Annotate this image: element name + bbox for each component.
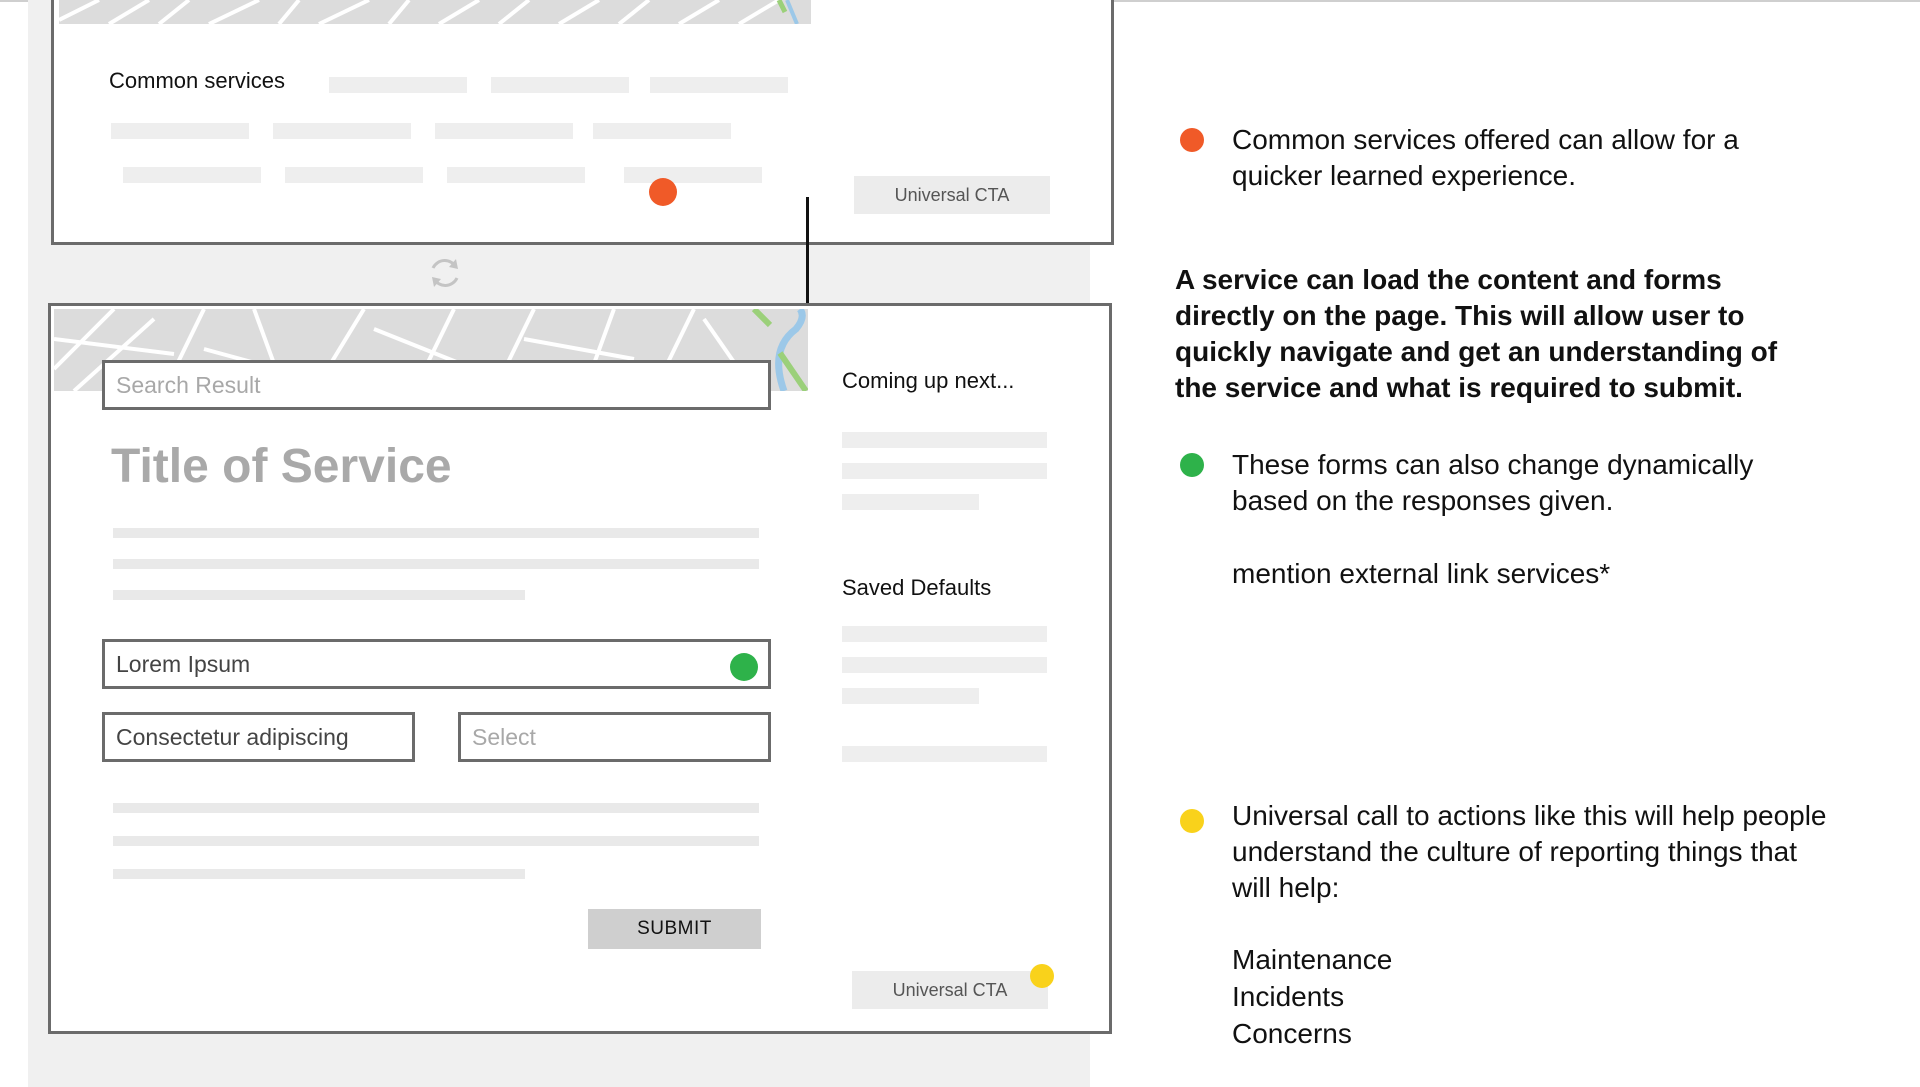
wireframe-common-services: Common services Universal CTA bbox=[51, 0, 1114, 245]
service-placeholder[interactable] bbox=[435, 123, 573, 139]
default-item-placeholder[interactable] bbox=[842, 688, 979, 704]
universal-cta-button[interactable]: Universal CTA bbox=[854, 176, 1050, 214]
default-item-placeholder[interactable] bbox=[842, 626, 1047, 642]
service-description-line: quickly navigate and get an understandin… bbox=[1175, 336, 1778, 367]
select-dropdown[interactable]: Select bbox=[458, 712, 771, 762]
default-item-placeholder[interactable] bbox=[842, 657, 1047, 673]
select-placeholder: Select bbox=[472, 724, 536, 750]
yellow-annotation-line: understand the culture of reporting thin… bbox=[1232, 836, 1798, 867]
text-placeholder-line bbox=[113, 590, 525, 600]
service-placeholder[interactable] bbox=[593, 123, 731, 139]
yellow-bullet-icon bbox=[1180, 809, 1204, 833]
service-description-line: A service can load the content and forms bbox=[1175, 264, 1722, 295]
service-placeholder[interactable] bbox=[111, 123, 249, 139]
next-item-placeholder[interactable] bbox=[842, 463, 1047, 479]
text-placeholder-line bbox=[113, 528, 759, 538]
reporting-categories-list: Maintenance Incidents Concerns bbox=[1232, 941, 1392, 1052]
default-item-placeholder[interactable] bbox=[842, 746, 1047, 762]
service-placeholder[interactable] bbox=[447, 167, 585, 183]
coming-up-next-heading: Coming up next... bbox=[842, 368, 1015, 393]
list-item-incidents: Incidents bbox=[1232, 981, 1345, 1012]
universal-cta-button[interactable]: Universal CTA bbox=[852, 971, 1048, 1009]
refresh-icon bbox=[431, 259, 459, 287]
text-placeholder-line bbox=[113, 836, 759, 846]
service-placeholder[interactable] bbox=[123, 167, 261, 183]
map-streets-graphic bbox=[59, 0, 811, 24]
lorem-ipsum-field[interactable]: Lorem Ipsum bbox=[102, 639, 771, 689]
next-item-placeholder[interactable] bbox=[842, 432, 1047, 448]
orange-bullet-icon bbox=[1180, 128, 1204, 152]
service-description: A service can load the content and forms… bbox=[1175, 262, 1777, 406]
service-placeholder[interactable] bbox=[491, 77, 629, 93]
next-item-placeholder[interactable] bbox=[842, 494, 979, 510]
orange-annotation-line: quicker learned experience. bbox=[1232, 160, 1576, 191]
service-placeholder[interactable] bbox=[329, 77, 467, 93]
green-bullet-icon bbox=[1180, 453, 1204, 477]
service-placeholder[interactable] bbox=[624, 167, 762, 183]
service-description-line: directly on the page. This will allow us… bbox=[1175, 300, 1745, 331]
submit-button[interactable]: SUBMIT bbox=[588, 909, 761, 949]
service-title: Title of Service bbox=[111, 440, 452, 493]
orange-annotation: Common services offered can allow for a … bbox=[1232, 122, 1739, 194]
yellow-annotation-line: Universal call to actions like this will… bbox=[1232, 800, 1827, 831]
list-item-concerns: Concerns bbox=[1232, 1018, 1352, 1049]
wireframe-service-page: Search Result Title of Service Lorem Ips… bbox=[48, 303, 1112, 1034]
annotation-marker-yellow bbox=[1030, 964, 1054, 988]
annotation-marker-green bbox=[730, 653, 758, 681]
text-placeholder-line bbox=[113, 869, 525, 879]
green-annotation: These forms can also change dynamically … bbox=[1232, 447, 1753, 519]
map-strip bbox=[59, 0, 811, 24]
service-placeholder[interactable] bbox=[650, 77, 788, 93]
search-input[interactable]: Search Result bbox=[102, 360, 771, 410]
common-services-label: Common services bbox=[109, 68, 286, 93]
yellow-annotation: Universal call to actions like this will… bbox=[1232, 798, 1827, 906]
text-placeholder-line bbox=[113, 803, 759, 813]
text-placeholder-line bbox=[113, 559, 759, 569]
lorem-ipsum-value: Lorem Ipsum bbox=[116, 651, 251, 677]
annotation-marker-orange bbox=[649, 178, 677, 206]
service-placeholder[interactable] bbox=[273, 123, 411, 139]
green-annotation-line: based on the responses given. bbox=[1232, 485, 1614, 516]
service-placeholder[interactable] bbox=[285, 167, 423, 183]
consectetur-field[interactable]: Consectetur adipiscing bbox=[102, 712, 415, 762]
list-item-maintenance: Maintenance bbox=[1232, 944, 1393, 975]
yellow-annotation-line: will help: bbox=[1232, 872, 1340, 903]
consectetur-value: Consectetur adipiscing bbox=[116, 724, 349, 750]
saved-defaults-heading: Saved Defaults bbox=[842, 575, 992, 600]
external-link-note: mention external link services* bbox=[1232, 558, 1611, 589]
service-description-line: the service and what is required to subm… bbox=[1175, 372, 1743, 403]
search-placeholder: Search Result bbox=[116, 372, 261, 398]
green-annotation-line: These forms can also change dynamically bbox=[1232, 449, 1754, 480]
orange-annotation-line: Common services offered can allow for a bbox=[1232, 124, 1739, 155]
